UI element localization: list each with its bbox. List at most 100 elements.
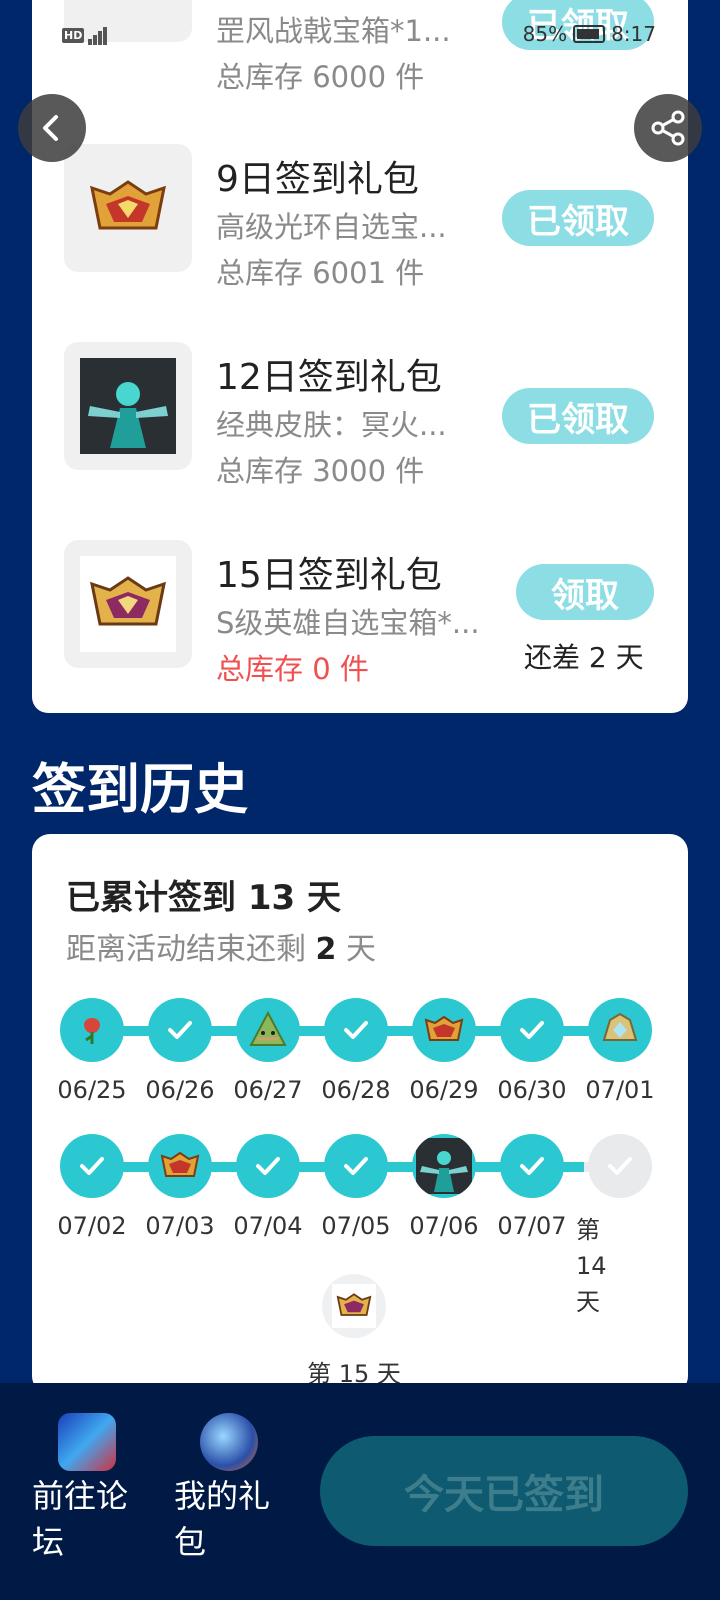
- day-item: 06/26: [145, 998, 215, 1104]
- bottom-bar: 前往论坛 我的礼包 今天已签到: [0, 1383, 720, 1600]
- day-item: 07/06: [409, 1134, 479, 1240]
- day-item: 06/25: [57, 998, 127, 1104]
- gift-stock: 总库存 3000 件: [216, 454, 425, 488]
- gift-box-icon: [200, 1413, 258, 1471]
- back-button[interactable]: [18, 94, 86, 162]
- gift-thumbnail: [64, 540, 192, 668]
- day-item: 06/27: [233, 998, 303, 1104]
- history-card: 已累计签到 13 天 距离活动结束还剩 2 天 06/25 06/26 06/2…: [32, 834, 688, 1394]
- gift-title: 12日签到礼包: [216, 357, 442, 398]
- zongzi-icon: [249, 1010, 287, 1046]
- days-left-text: 距离活动结束还剩 2 天: [66, 924, 376, 968]
- day-circle: [500, 1134, 564, 1198]
- check-icon: [344, 1021, 368, 1039]
- crest-icon: [424, 1015, 464, 1041]
- gift-desc: 罡风战戟宝箱*1...: [216, 14, 451, 48]
- forum-icon: [58, 1413, 116, 1471]
- day-date: 第 14 天: [576, 1216, 607, 1316]
- helmet-icon: [88, 0, 168, 18]
- day-circle: [236, 1134, 300, 1198]
- claimed-button[interactable]: 已领取: [502, 388, 654, 444]
- gift-desc: S级英雄自选宝箱*...: [216, 606, 480, 640]
- day-date: 07/07: [497, 1212, 567, 1240]
- day-circle: [588, 998, 652, 1062]
- signal-icon: [88, 25, 108, 45]
- crest-icon: [90, 180, 166, 230]
- day-circle: [324, 998, 388, 1062]
- day-item: 07/07: [497, 1134, 567, 1240]
- gift-stock: 总库存 6000 件: [216, 60, 425, 94]
- check-icon: [168, 1021, 192, 1039]
- day-15-item: 第 15 天: [307, 1274, 401, 1388]
- claimed-button[interactable]: 已领取: [502, 190, 654, 246]
- check-icon: [256, 1157, 280, 1175]
- status-bar-right: 85% 8:17: [523, 22, 656, 46]
- crest-icon: [160, 1151, 200, 1177]
- my-gifts-label: 我的礼包: [174, 1477, 271, 1561]
- chevron-left-icon: [43, 115, 58, 141]
- battery-percent: 85%: [522, 22, 568, 46]
- day-circle: [148, 998, 212, 1062]
- gift-title: 9日签到礼包: [216, 159, 419, 200]
- gift-image-frame: [332, 1284, 376, 1328]
- day-item: 07/05: [321, 1134, 391, 1240]
- day-circle: [148, 1134, 212, 1198]
- day-date: 07/01: [585, 1076, 655, 1104]
- gift-list-card: 罡风战戟宝箱*1... 总库存 6000 件 已领取 9日签到礼包 高级光环自选…: [32, 0, 688, 713]
- day-circle: [60, 1134, 124, 1198]
- helmet-icon: [602, 1012, 638, 1041]
- total-prefix: 已累计签到: [66, 878, 236, 918]
- day-circle: [588, 1134, 652, 1198]
- forum-label: 前往论坛: [32, 1477, 129, 1561]
- share-button[interactable]: [634, 94, 702, 162]
- skin-portrait-icon: [80, 358, 176, 454]
- day-circle: [322, 1274, 386, 1338]
- status-bar-left: HD: [62, 18, 108, 52]
- gift-image-frame: [80, 556, 176, 652]
- my-gifts-nav[interactable]: 我的礼包: [174, 1413, 284, 1565]
- day-item: 07/04: [233, 1134, 303, 1240]
- share-icon: [651, 110, 685, 146]
- day-item: 第 14 天: [576, 1134, 652, 1316]
- day-circle: [324, 1134, 388, 1198]
- gift-item: 9日签到礼包 高级光环自选宝... 总库存 6001 件 已领取: [32, 144, 688, 294]
- clock: 8:17: [611, 22, 656, 46]
- check-icon: [80, 1157, 104, 1175]
- day-item: 07/01: [585, 998, 655, 1104]
- left-suffix: 天: [345, 932, 376, 967]
- gift-desc: 高级光环自选宝...: [216, 210, 447, 244]
- history-heading: 签到历史: [32, 758, 248, 821]
- day-item: 07/03: [145, 1134, 215, 1240]
- gift-stock: 总库存 0 件: [216, 652, 369, 686]
- claim-button[interactable]: 领取: [516, 564, 654, 620]
- total-days: 13: [247, 878, 296, 918]
- gift-item: 12日签到礼包 经典皮肤：冥火... 总库存 3000 件 已领取: [32, 342, 688, 492]
- day-circle: [500, 998, 564, 1062]
- gift-desc: 经典皮肤：冥火...: [216, 408, 447, 442]
- crest-icon: [336, 1293, 372, 1316]
- check-icon: [344, 1157, 368, 1175]
- check-icon: [520, 1021, 544, 1039]
- day-circle: [60, 998, 124, 1062]
- total-signin-text: 已累计签到 13 天: [66, 870, 341, 919]
- check-icon: [608, 1157, 632, 1175]
- gift-item: 15日签到礼包 S级英雄自选宝箱*... 总库存 0 件 领取 还差 2 天: [32, 540, 688, 690]
- day-item: 06/28: [321, 998, 391, 1104]
- battery-icon: [573, 25, 606, 43]
- hd-badge: HD: [62, 27, 85, 43]
- rose-icon: [84, 1018, 100, 1044]
- total-suffix: 天: [307, 878, 342, 918]
- signed-today-button[interactable]: 今天已签到: [320, 1436, 688, 1546]
- day-item: 06/29: [409, 998, 479, 1104]
- day-circle: [236, 998, 300, 1062]
- day-circle: [412, 998, 476, 1062]
- left-days: 2: [315, 932, 337, 967]
- check-icon: [520, 1157, 544, 1175]
- gift-thumbnail: [64, 144, 192, 272]
- skin-portrait-icon: [416, 1138, 472, 1194]
- day-circle: [412, 1134, 476, 1198]
- day-item: 07/02: [57, 1134, 127, 1240]
- gift-title: 15日签到礼包: [216, 555, 442, 596]
- forum-nav[interactable]: 前往论坛: [32, 1413, 142, 1565]
- days-remaining: 还差 2 天: [524, 641, 644, 674]
